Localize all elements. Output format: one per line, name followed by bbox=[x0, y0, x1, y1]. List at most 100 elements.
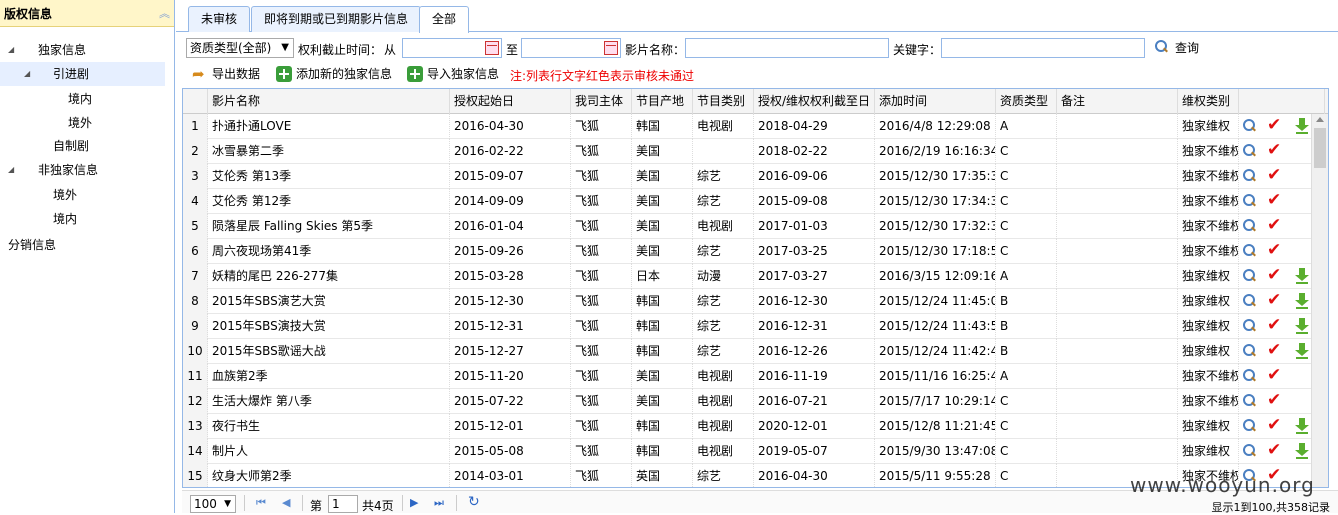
view-icon[interactable] bbox=[1243, 394, 1257, 408]
approve-icon[interactable]: ✔ bbox=[1267, 291, 1281, 309]
tree-node-5[interactable]: ◢ 非独家信息 bbox=[0, 158, 165, 182]
approve-icon[interactable]: ✔ bbox=[1267, 216, 1281, 234]
download-icon[interactable] bbox=[1295, 268, 1309, 284]
view-icon[interactable] bbox=[1243, 369, 1257, 383]
view-icon[interactable] bbox=[1243, 244, 1257, 258]
refresh-icon[interactable]: ↻ bbox=[468, 494, 480, 510]
page-number-input[interactable]: 1 bbox=[328, 495, 358, 513]
table-row[interactable]: 3 艾伦秀 第13季 2015-09-07 飞狐 美国 综艺 2016-09-06 2015/… bbox=[183, 164, 1328, 189]
approve-icon[interactable]: ✔ bbox=[1267, 316, 1281, 334]
movie-name-input[interactable] bbox=[685, 38, 889, 58]
table-row[interactable]: 1 扑通扑通LOVE 2016-04-30 飞狐 韩国 电视剧 2018-04-29 2016… bbox=[183, 114, 1328, 139]
next-page-icon[interactable]: ▶ bbox=[410, 496, 418, 509]
download-icon[interactable] bbox=[1295, 318, 1309, 334]
approve-icon[interactable]: ✔ bbox=[1267, 391, 1281, 409]
column-header[interactable]: 授权起始日 bbox=[450, 89, 571, 114]
tree-node-2[interactable]: 境内 bbox=[0, 87, 165, 111]
column-header[interactable]: 维权类别 bbox=[1178, 89, 1239, 114]
tree-node-6[interactable]: 境外 bbox=[0, 183, 165, 207]
keyword-input[interactable] bbox=[941, 38, 1145, 58]
tree-node-4[interactable]: 自制剧 bbox=[0, 134, 165, 158]
tree-node-7[interactable]: 境内 bbox=[0, 207, 165, 231]
table-row[interactable]: 14 制片人 2015-05-08 飞狐 韩国 电视剧 2019-05-07 2015/9/3… bbox=[183, 439, 1328, 464]
search-button[interactable]: 查询 bbox=[1155, 38, 1199, 58]
table-row[interactable]: 9 2015年SBS演技大赏 2015-12-31 飞狐 韩国 综艺 2016-12-31 2… bbox=[183, 314, 1328, 339]
view-icon[interactable] bbox=[1243, 294, 1257, 308]
calendar-icon[interactable] bbox=[604, 41, 618, 55]
table-row[interactable]: 7 妖精的尾巴 226-277集 2015-03-28 飞狐 日本 动漫 2017-03-2… bbox=[183, 264, 1328, 289]
expand-arrow-icon[interactable]: ◢ bbox=[24, 62, 30, 86]
export-button[interactable]: ➦ 导出数据 bbox=[192, 64, 260, 84]
column-header[interactable]: 影片名称 bbox=[208, 89, 450, 114]
tab-expiring[interactable]: 即将到期或已到期影片信息 bbox=[251, 6, 422, 32]
column-header[interactable] bbox=[183, 89, 208, 114]
view-icon[interactable] bbox=[1243, 344, 1257, 358]
column-header[interactable]: 添加时间 bbox=[875, 89, 996, 114]
table-row[interactable]: 6 周六夜现场第41季 2015-09-26 飞狐 美国 综艺 2017-03-25 2015… bbox=[183, 239, 1328, 264]
table-row[interactable]: 12 生活大爆炸 第八季 2015-07-22 飞狐 美国 电视剧 2016-07-21 20… bbox=[183, 389, 1328, 414]
add-exclusive-button[interactable]: 添加新的独家信息 bbox=[276, 64, 392, 84]
download-icon[interactable] bbox=[1295, 418, 1309, 434]
tree-node-8[interactable]: 分销信息 bbox=[0, 233, 165, 257]
collapse-icon[interactable]: ︽ bbox=[159, 5, 170, 21]
view-icon[interactable] bbox=[1243, 319, 1257, 333]
tree-node-0[interactable]: ◢ 独家信息 bbox=[0, 38, 165, 62]
tab-all[interactable]: 全部 bbox=[419, 6, 470, 33]
column-header[interactable]: 节目类别 bbox=[693, 89, 754, 114]
import-button[interactable]: 导入独家信息 bbox=[407, 64, 499, 84]
approve-icon[interactable]: ✔ bbox=[1267, 366, 1281, 384]
table-row[interactable]: 13 夜行书生 2015-12-01 飞狐 韩国 电视剧 2020-12-01 2015/12… bbox=[183, 414, 1328, 439]
date-from-input[interactable] bbox=[402, 38, 502, 58]
view-icon[interactable] bbox=[1243, 444, 1257, 458]
view-icon[interactable] bbox=[1243, 194, 1257, 208]
view-icon[interactable] bbox=[1243, 119, 1257, 133]
approve-icon[interactable]: ✔ bbox=[1267, 141, 1281, 159]
tree-node-3[interactable]: 境外 bbox=[0, 111, 165, 135]
table-row[interactable]: 2 冰雪暴第二季 2016-02-22 飞狐 美国 2018-02-22 2016/2/19… bbox=[183, 139, 1328, 164]
table-row[interactable]: 8 2015年SBS演艺大赏 2015-12-30 飞狐 韩国 综艺 2016-12-30 2… bbox=[183, 289, 1328, 314]
approve-icon[interactable]: ✔ bbox=[1267, 191, 1281, 209]
date-to-input[interactable] bbox=[521, 38, 621, 58]
table-row[interactable]: 5 陨落星辰 Falling Skies 第5季 2016-01-04 飞狐 美国 电视剧… bbox=[183, 214, 1328, 239]
prev-page-icon[interactable]: ◀ bbox=[282, 496, 290, 509]
view-icon[interactable] bbox=[1243, 169, 1257, 183]
approve-icon[interactable]: ✔ bbox=[1267, 441, 1281, 459]
tab-unreviewed[interactable]: 未审核 bbox=[188, 6, 251, 32]
qualification-type-select[interactable]: 资质类型(全部) ▼ bbox=[186, 38, 294, 58]
download-icon[interactable] bbox=[1295, 343, 1309, 359]
column-header[interactable]: 我司主体 bbox=[571, 89, 632, 114]
table-row[interactable]: 4 艾伦秀 第12季 2014-09-09 飞狐 美国 综艺 2015-09-08 2015/… bbox=[183, 189, 1328, 214]
expand-arrow-icon[interactable]: ◢ bbox=[8, 38, 14, 62]
approve-icon[interactable]: ✔ bbox=[1267, 416, 1281, 434]
view-icon[interactable] bbox=[1243, 419, 1257, 433]
approve-icon[interactable]: ✔ bbox=[1267, 341, 1281, 359]
table-row[interactable]: 10 2015年SBS歌谣大战 2015-12-27 飞狐 韩国 综艺 2016-12-26… bbox=[183, 339, 1328, 364]
approve-icon[interactable]: ✔ bbox=[1267, 166, 1281, 184]
first-page-icon[interactable]: ⏮ bbox=[256, 496, 266, 510]
column-header[interactable]: 节目产地 bbox=[632, 89, 693, 114]
expand-arrow-icon[interactable]: ◢ bbox=[8, 158, 14, 182]
column-header[interactable]: 授权/维权权利截至日 bbox=[754, 89, 875, 114]
approve-icon[interactable]: ✔ bbox=[1267, 116, 1281, 134]
cell-origin: 韩国 bbox=[632, 289, 693, 314]
download-icon[interactable] bbox=[1295, 293, 1309, 309]
view-icon[interactable] bbox=[1243, 219, 1257, 233]
table-row[interactable]: 11 血族第2季 2015-11-20 飞狐 美国 电视剧 2016-11-19 2015/1… bbox=[183, 364, 1328, 389]
column-header[interactable]: 备注 bbox=[1057, 89, 1178, 114]
cell-right: 独家维权 bbox=[1178, 114, 1239, 139]
download-icon[interactable] bbox=[1295, 118, 1309, 134]
calendar-icon[interactable] bbox=[485, 41, 499, 55]
approve-icon[interactable]: ✔ bbox=[1267, 241, 1281, 259]
tree-node-1[interactable]: ◢ 引进剧 bbox=[0, 62, 165, 86]
scroll-thumb[interactable] bbox=[1314, 128, 1326, 168]
view-icon[interactable] bbox=[1243, 269, 1257, 283]
approve-icon[interactable]: ✔ bbox=[1267, 266, 1281, 284]
scroll-up-icon[interactable] bbox=[1316, 117, 1324, 122]
page-size-select[interactable]: 100 ▼ bbox=[190, 495, 236, 513]
view-icon[interactable] bbox=[1243, 144, 1257, 158]
download-icon[interactable] bbox=[1295, 443, 1309, 459]
column-header[interactable]: 资质类型 bbox=[996, 89, 1057, 114]
last-page-icon[interactable]: ⏭ bbox=[434, 496, 444, 510]
column-header[interactable] bbox=[1239, 89, 1325, 114]
vertical-scrollbar[interactable] bbox=[1311, 114, 1328, 487]
